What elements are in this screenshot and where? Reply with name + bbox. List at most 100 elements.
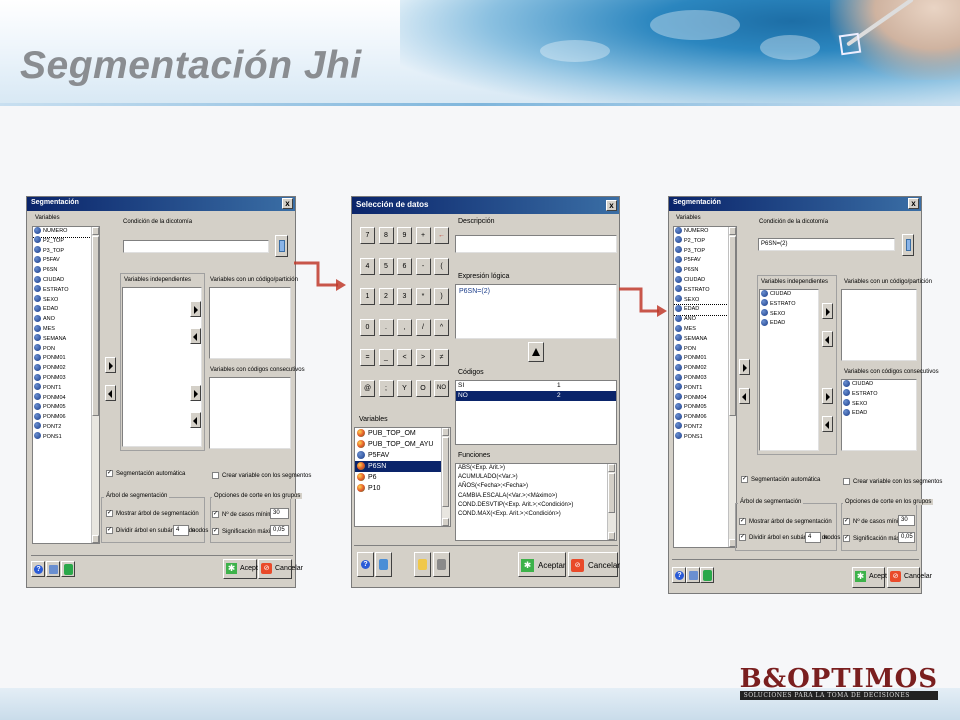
keypad-key[interactable]: < [397,349,412,366]
list-item[interactable]: PONS1 [33,432,99,443]
variables-scrollbar[interactable] [441,428,450,526]
help-button[interactable]: ? [31,561,45,577]
list-item[interactable]: MES [33,324,99,335]
list-item[interactable]: PONM01 [33,353,99,364]
keypad-key[interactable]: _ [378,349,394,366]
nodos-stepper[interactable]: 4 [805,532,821,543]
cancelar-button[interactable]: ⊘ Cancelar [568,552,620,577]
casos-input[interactable]: 30 [270,508,289,519]
codigo-list[interactable] [209,287,291,359]
cancelar-button[interactable]: ⊘ Cancelar [258,559,303,579]
keypad-key[interactable]: 6 [397,257,412,275]
keypad-key[interactable]: 2 [378,288,394,305]
list-item[interactable]: AÑOS(<Fecha>;<Fecha>) [456,482,616,491]
list-item[interactable]: PON [33,344,99,355]
keypad-key[interactable]: = [360,349,375,366]
refresh-button[interactable] [700,567,714,583]
close-icon[interactable]: x [606,200,617,211]
list-item[interactable]: PONM06 [33,412,99,423]
aceptar-button[interactable]: ✱ Aceptar [518,552,566,577]
keypad-key[interactable]: + [415,227,431,244]
list-item[interactable]: PONM02 [33,363,99,374]
dividir-arbol-checkbox[interactable]: ✓ [739,534,746,541]
descripcion-input[interactable] [455,235,617,253]
aceptar-button[interactable]: ✱ Aceptar [223,559,264,579]
condicion-edit-button[interactable] [275,235,288,257]
keypad-key[interactable]: 4 [360,257,375,275]
crear-var-checkbox[interactable] [843,478,850,485]
filter-button[interactable] [375,552,392,577]
insert-button[interactable] [528,342,544,362]
list-item[interactable]: EDAD [760,318,818,329]
keypad-key[interactable]: 7 [360,227,375,244]
list-item[interactable]: PUB_TOP_OM_AYU [355,439,450,450]
list-item[interactable]: EDAD [674,304,736,317]
variables-list[interactable]: PUB_TOP_OM PUB_TOP_OM_AYU P5FAV P6SN P6 P10 [354,427,451,527]
list-item[interactable]: P6SN [674,265,736,276]
list-item[interactable]: CIUDAD [842,379,916,390]
list-item[interactable]: PONT2 [33,422,99,433]
condicion-input[interactable] [123,240,269,253]
seg-auto-checkbox[interactable]: ✓ [106,470,113,477]
funciones-scrollbar[interactable] [607,464,616,540]
condicion-input[interactable]: P6SN=(2) [758,238,895,251]
condicion-edit-button[interactable] [902,234,914,256]
signif-checkbox[interactable]: ✓ [843,535,850,542]
list-item[interactable]: SEXO [842,399,916,410]
mostrar-arbol-checkbox[interactable]: ✓ [106,510,113,517]
tree-button[interactable] [686,567,700,583]
keypad-key[interactable]: * [415,288,431,305]
funciones-list[interactable]: ABS(<Exp. Arit.>) ACUMULADO(<Var.>) AÑOS(<… [455,463,617,541]
keypad-key[interactable]: 8 [378,227,394,244]
help-button[interactable]: ? [357,552,374,577]
list-item[interactable]: P6 [355,472,450,483]
keypad-key[interactable]: . [378,318,394,336]
consec-list[interactable] [209,377,291,449]
list-item[interactable]: PONM02 [674,363,736,374]
aceptar-button[interactable]: ✱ Aceptar [852,567,893,588]
list-item[interactable]: SEXO [33,295,99,306]
list-item[interactable]: EDAD [33,304,99,315]
casos-input[interactable]: 30 [898,515,915,526]
keypad-key[interactable]: O [415,379,431,397]
list-item[interactable]: PONM04 [674,393,736,404]
save-button[interactable] [433,552,450,577]
expresion-input[interactable]: P6SN=(2) [455,284,617,339]
list-item[interactable]: PONT2 [674,422,736,433]
list-item[interactable]: COND.MAX(<Exp. Arit.>;<Condición>) [456,510,616,519]
keypad-key[interactable]: NO [434,379,449,397]
signif-input[interactable]: 0,05 [898,532,915,543]
add-codigo-button[interactable] [822,303,833,319]
table-row[interactable]: NO 2 [456,391,616,401]
list-item[interactable]: MES [674,324,736,335]
remove-consec-button[interactable] [190,412,201,428]
close-icon[interactable]: x [908,198,919,209]
indep-list[interactable]: CIUDAD ESTRATO SEXO EDAD [759,289,819,451]
list-item[interactable]: SEXO [760,309,818,320]
list-item[interactable]: SEXO [674,295,736,306]
list-item[interactable]: SEMANA [674,334,736,345]
list-item[interactable]: NUMERO [33,227,99,238]
keypad-key[interactable]: 5 [378,257,394,275]
list-item[interactable]: PONM05 [33,402,99,413]
list-item[interactable]: CIUDAD [674,275,736,286]
remove-consec-button[interactable] [822,416,833,432]
help-button[interactable]: ? [672,567,686,583]
keypad-key[interactable]: ≠ [434,349,449,366]
list-item[interactable]: PONM03 [33,373,99,384]
variables-scrollbar[interactable] [91,227,99,543]
keypad-key[interactable]: ^ [434,318,449,336]
list-item[interactable]: ABS(<Exp. Arit.>) [456,464,616,473]
list-item[interactable]: P5FAV [355,450,450,461]
list-item[interactable]: P10 [355,483,450,494]
keypad-key[interactable]: / [415,318,431,336]
table-row[interactable]: SI 1 [456,381,616,391]
list-item[interactable]: PONM04 [33,393,99,404]
variables-scrollbar[interactable] [728,227,736,547]
keypad-key[interactable]: ( [434,257,449,275]
add-consec-button[interactable] [190,385,201,401]
list-item[interactable]: P5FAV [33,255,99,266]
list-item[interactable]: ESTRATO [760,299,818,310]
keypad-key[interactable]: 3 [397,288,412,305]
keypad-key[interactable]: 9 [397,227,412,244]
